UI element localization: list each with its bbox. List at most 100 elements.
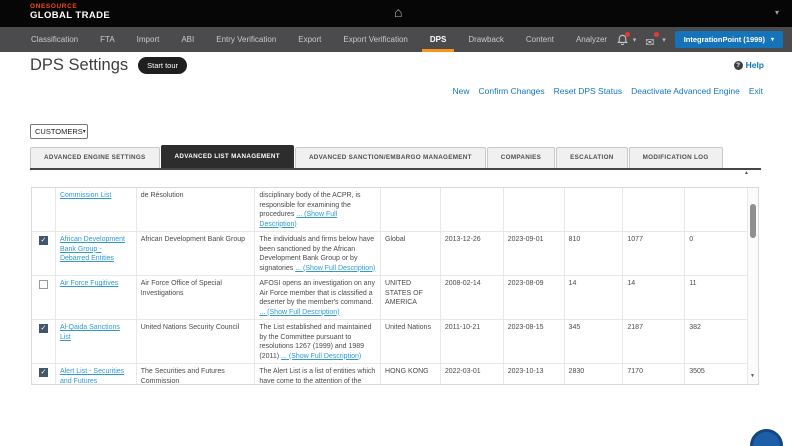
- help-link[interactable]: ? Help: [734, 60, 764, 70]
- customers-select-caret-icon: ▾: [83, 128, 86, 135]
- account-caret-icon: ▾: [771, 36, 774, 43]
- tab-advanced-sanction-embargo-management[interactable]: ADVANCED SANCTION/EMBARGO MANAGEMENT: [295, 147, 486, 168]
- nav-item-drawback[interactable]: Drawback: [457, 27, 515, 52]
- list-name-cell: African Development Bank Group - Debarre…: [56, 232, 137, 275]
- table-row: ✓ Al-Qaida Sanctions List United Nations…: [32, 320, 747, 364]
- main-nav: Classification FTA Import ABI Entry Veri…: [0, 27, 792, 52]
- effective-date-cell: 2011-10-21: [441, 320, 504, 363]
- description-cell: The List established and maintained by t…: [255, 320, 381, 363]
- exit-link[interactable]: Exit: [749, 86, 763, 96]
- region-cell: HONG KONG: [381, 364, 441, 384]
- new-link[interactable]: New: [452, 86, 469, 96]
- show-full-description-link[interactable]: ... (Show Full Description): [281, 353, 361, 360]
- deactivate-advanced-engine-link[interactable]: Deactivate Advanced Engine: [631, 86, 740, 96]
- list-name-link[interactable]: Air Force Fugitives: [60, 280, 118, 287]
- table-row: ✓ African Development Bank Group - Debar…: [32, 232, 747, 276]
- table-row: ✓ Alert List - Securities and Futures Co…: [32, 364, 747, 384]
- count1-cell: 345: [565, 320, 624, 363]
- nav-item-abi[interactable]: ABI: [170, 27, 205, 52]
- notifications-caret-icon[interactable]: ▾: [633, 36, 637, 44]
- row-checkbox[interactable]: ✓: [39, 280, 48, 289]
- effective-date-cell: 2022-03-01: [441, 364, 504, 384]
- page-title: DPS Settings: [30, 56, 128, 75]
- show-full-description-link[interactable]: ... (Show Full Description): [259, 309, 339, 316]
- description-cell: The individuals and firms below have bee…: [255, 232, 381, 275]
- messages-caret-icon[interactable]: ▾: [662, 36, 666, 44]
- nav-item-analyzer[interactable]: Analyzer: [565, 27, 618, 52]
- check-icon: ✓: [41, 237, 47, 244]
- chat-fab-button[interactable]: [750, 429, 783, 446]
- brand-logo: ONESOURCE GLOBAL TRADE: [30, 3, 110, 21]
- nav-item-import[interactable]: Import: [126, 27, 171, 52]
- tab-advanced-engine-settings[interactable]: ADVANCED ENGINE SETTINGS: [30, 147, 160, 168]
- nav-item-content[interactable]: Content: [515, 27, 565, 52]
- account-label: IntegrationPoint (1999): [684, 35, 765, 44]
- count2-cell: 14: [623, 276, 685, 319]
- row-checkbox[interactable]: ✓: [39, 368, 48, 377]
- list-name-link[interactable]: Al-Qaida Sanctions List: [60, 324, 120, 341]
- confirm-changes-link[interactable]: Confirm Changes: [478, 86, 544, 96]
- nav-item-entry-verification[interactable]: Entry Verification: [205, 27, 287, 52]
- list-name-link[interactable]: Commission List: [60, 192, 111, 199]
- account-button[interactable]: IntegrationPoint (1999) ▾: [675, 31, 783, 48]
- notifications-bell-icon[interactable]: [616, 33, 629, 47]
- row-checkbox[interactable]: ✓: [39, 324, 48, 333]
- checked-date-cell: [504, 188, 565, 231]
- table-scrollbar[interactable]: ▼: [747, 188, 758, 384]
- source-cell: Air Force Office of Special Investigatio…: [137, 276, 256, 319]
- checked-date-cell: 2023-08-15: [504, 320, 565, 363]
- source-cell: United Nations Security Council: [137, 320, 256, 363]
- nav-right-cluster: ▾ ✉ ▾ IntegrationPoint (1999) ▾: [616, 27, 783, 52]
- count2-cell: 7170: [623, 364, 685, 384]
- description-cell: AFOSI opens an investigation on any Air …: [255, 276, 381, 319]
- table-body: ✓ Commission List de Résolution discipli…: [32, 188, 747, 384]
- tab-modification-log[interactable]: MODIFICATION LOG: [629, 147, 723, 168]
- help-label: Help: [746, 60, 764, 70]
- tab-escalation[interactable]: ESCALATION: [556, 147, 627, 168]
- list-name-cell: Commission List: [56, 188, 137, 231]
- region-cell: UNITED STATES OF AMERICA: [381, 276, 441, 319]
- count3-cell: 11: [685, 276, 747, 319]
- region-cell: [381, 188, 441, 231]
- description-text: The Alert List is a list of entities whi…: [259, 368, 375, 384]
- checked-date-cell: 2023-08-09: [504, 276, 565, 319]
- description-text: AFOSI opens an investigation on any Air …: [259, 280, 375, 306]
- messages-envelope-icon[interactable]: ✉: [645, 33, 658, 47]
- region-cell: United Nations: [381, 320, 441, 363]
- count1-cell: [565, 188, 624, 231]
- count3-cell: 382: [685, 320, 747, 363]
- tab-companies[interactable]: COMPANIES: [487, 147, 555, 168]
- list-name-link[interactable]: Alert List - Securities and Futures Comm…: [60, 368, 124, 384]
- nav-item-export-verification[interactable]: Export Verification: [332, 27, 418, 52]
- nav-item-export[interactable]: Export: [287, 27, 332, 52]
- title-row: DPS Settings Start tour: [30, 56, 187, 75]
- count1-cell: 14: [565, 276, 624, 319]
- nav-item-dps[interactable]: DPS: [419, 27, 457, 52]
- nav-item-classification[interactable]: Classification: [20, 27, 89, 52]
- table-row: ✓ Commission List de Résolution discipli…: [32, 188, 747, 232]
- scroll-up-arrow-icon[interactable]: ▲: [744, 170, 749, 176]
- notification-badge: [625, 32, 630, 37]
- home-icon[interactable]: ⌂: [394, 3, 402, 21]
- nav-item-fta[interactable]: FTA: [89, 27, 126, 52]
- checkbox-cell: ✓: [32, 276, 56, 319]
- show-full-description-link[interactable]: ... (Show Full Description): [295, 265, 375, 272]
- top-app-bar: ONESOURCE GLOBAL TRADE ⌂ ▾: [0, 0, 792, 27]
- source-cell: African Development Bank Group: [137, 232, 256, 275]
- list-name-link[interactable]: African Development Bank Group - Debarre…: [60, 236, 125, 262]
- scroll-down-arrow-icon[interactable]: ▼: [750, 373, 755, 379]
- checkbox-cell: ✓: [32, 188, 56, 231]
- count3-cell: 0: [685, 232, 747, 275]
- row-checkbox[interactable]: ✓: [39, 236, 48, 245]
- tab-advanced-list-management[interactable]: ADVANCED LIST MANAGEMENT: [161, 145, 294, 168]
- customers-select[interactable]: CUSTOMERS ▾: [30, 124, 88, 139]
- topbar-dropdown-caret-icon[interactable]: ▾: [775, 8, 779, 17]
- help-question-icon: ?: [734, 61, 743, 70]
- scrollbar-thumb[interactable]: [750, 204, 756, 238]
- check-icon: ✓: [41, 369, 47, 376]
- checked-date-cell: 2023-09-01: [504, 232, 565, 275]
- reset-dps-status-link[interactable]: Reset DPS Status: [554, 86, 623, 96]
- list-name-cell: Al-Qaida Sanctions List: [56, 320, 137, 363]
- brand-onesource: ONESOURCE: [30, 3, 110, 10]
- start-tour-button[interactable]: Start tour: [138, 57, 187, 74]
